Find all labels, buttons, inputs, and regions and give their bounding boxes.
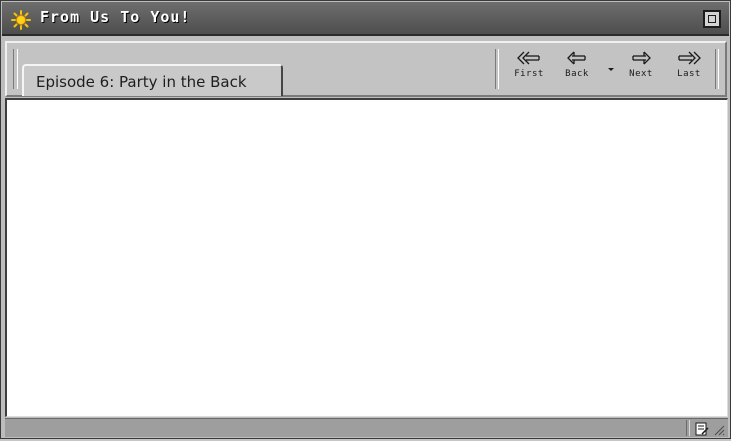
- status-separator: [686, 420, 690, 436]
- last-button[interactable]: Last: [669, 51, 709, 91]
- content-area[interactable]: [5, 98, 728, 417]
- next-button[interactable]: Next: [621, 51, 661, 91]
- back-button[interactable]: Back: [557, 51, 597, 91]
- episode-tab[interactable]: Episode 6: Party in the Back: [22, 64, 283, 96]
- nav-separator: [495, 49, 499, 89]
- window-title: From Us To You!: [40, 8, 191, 26]
- first-arrow-icon: [509, 51, 549, 65]
- zoom-box-icon[interactable]: [703, 10, 721, 28]
- last-label: Last: [677, 69, 701, 79]
- toolbar-end-separator: [715, 49, 719, 89]
- sun-icon: [11, 10, 31, 30]
- note-icon[interactable]: [695, 421, 709, 440]
- back-label: Back: [565, 69, 589, 79]
- toolbar: Episode 6: Party in the Back First Back …: [5, 41, 727, 97]
- browser-window: From Us To You! Episode 6: Party in the …: [0, 0, 731, 439]
- resize-grip-icon[interactable]: [713, 422, 725, 441]
- first-label: First: [514, 69, 544, 79]
- status-bar: [5, 418, 728, 437]
- next-label: Next: [629, 69, 653, 79]
- dropdown-caret-icon[interactable]: [606, 59, 616, 71]
- toolbar-grip[interactable]: [13, 49, 18, 89]
- title-bar[interactable]: From Us To You!: [2, 2, 729, 36]
- episode-tab-label: Episode 6: Party in the Back: [36, 73, 247, 91]
- first-button[interactable]: First: [509, 51, 549, 91]
- next-arrow-icon: [621, 51, 661, 65]
- last-arrow-icon: [669, 51, 709, 65]
- back-arrow-icon: [557, 51, 597, 65]
